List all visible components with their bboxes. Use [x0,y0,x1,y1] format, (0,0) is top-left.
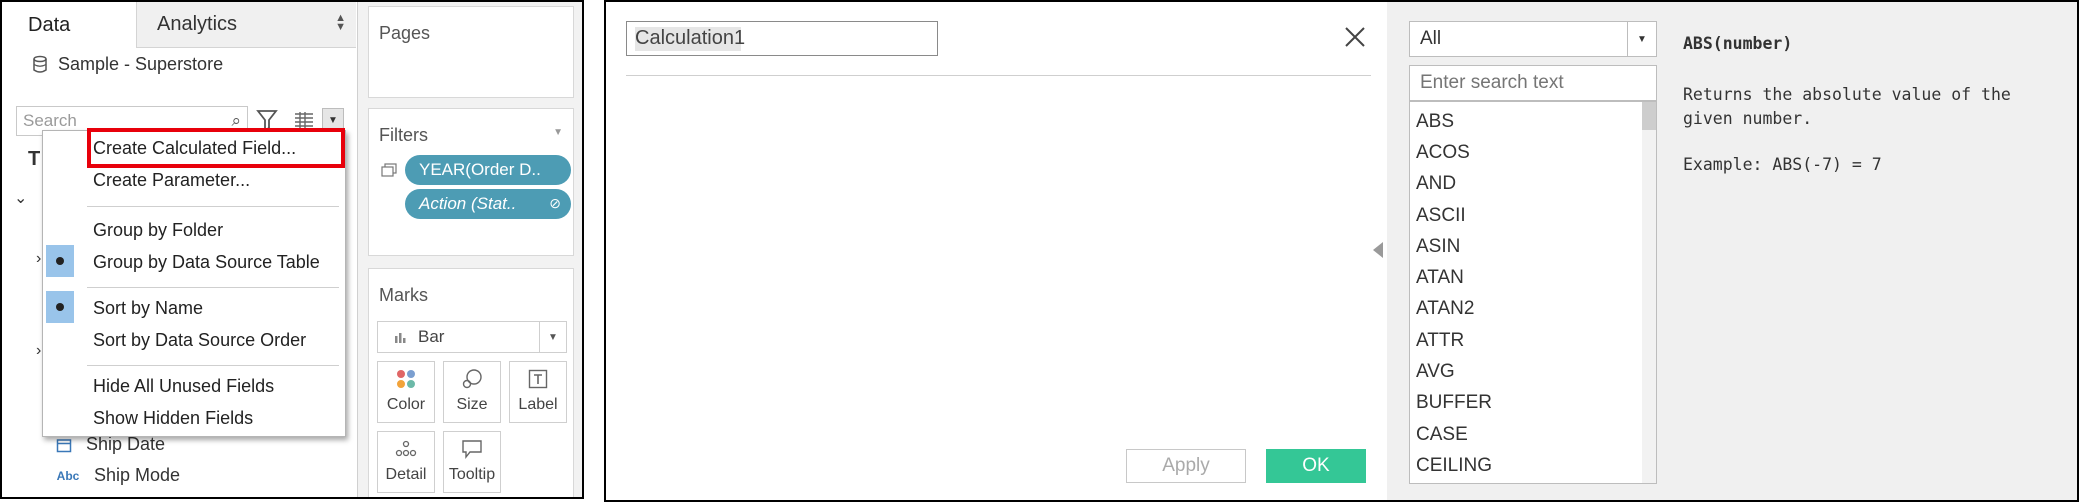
collapse-left-arrow-icon[interactable] [1373,242,1383,258]
tableau-data-pane-screenshot: Data Analytics ▲ ▼ Sample - Superstore Se… [0,0,584,499]
function-description: Returns the absolute value of the given … [1683,85,2011,128]
function-search-input[interactable] [1409,65,1657,101]
menu-sort-by-name[interactable]: Sort by Name [93,298,203,319]
chevron-down-icon: ▼ [539,322,566,352]
list-view-icon[interactable] [294,110,314,130]
marks-title: Marks [379,285,428,305]
datasource-item[interactable]: Sample - Superstore [32,54,223,75]
marks-color-button[interactable]: Color [377,361,435,423]
marks-size-button[interactable]: Size [443,361,501,423]
mark-button-label: Label [518,396,558,413]
function-signature: ABS(number) [1683,34,1793,53]
function-item[interactable]: CASE [1410,419,1656,450]
color-dots-icon [378,362,434,396]
mark-button-label: Color [386,396,426,413]
filter-pill-year-order-date[interactable]: YEAR(Order D.. [405,155,571,185]
menu-separator [87,365,339,366]
tooltip-icon [444,432,500,466]
pill-label: YEAR(Order D.. [419,160,541,179]
function-example: Example: ABS(-7) = 7 [1683,155,1882,174]
close-icon[interactable] [1342,24,1368,50]
size-icon [444,362,500,396]
tab-analytics[interactable]: Analytics ▲ ▼ [136,2,356,48]
marks-card: Marks Bar ▼ Color Size Label Detail Tool… [368,268,574,497]
tab-analytics-label: Analytics [157,13,238,35]
category-value: All [1420,28,1442,49]
function-item[interactable]: ATAN [1410,262,1656,293]
calendar-icon [56,438,72,452]
function-item[interactable]: ASIN [1410,231,1656,262]
marks-tooltip-button[interactable]: Tooltip [443,431,501,493]
database-icon [33,55,47,73]
data-pane-context-menu: Create Calculated Field... Create Parame… [42,128,346,437]
menu-separator [87,206,339,207]
ok-button[interactable]: OK [1266,449,1366,483]
mark-button-label: Tooltip [448,466,496,483]
function-item[interactable]: ATAN2 [1410,294,1656,325]
marks-label-button[interactable]: Label [509,361,567,423]
field-label: Ship Mode [94,465,181,485]
sort-arrows-icon: ▲ ▼ [335,12,346,33]
shelves-column: Pages Filters ▼ YEAR(Order D.. Action (S… [357,2,582,497]
apply-button[interactable]: Apply [1126,449,1246,483]
function-item[interactable]: AVG [1410,356,1656,387]
function-item[interactable]: CEILING [1410,450,1656,481]
filter-stack-icon [381,163,397,177]
calculation-editor-dialog: Apply OK All ▼ ABS ACOS AND ASCII ASIN A… [604,0,2079,502]
function-item[interactable]: ABS [1410,106,1656,137]
pages-shelf[interactable]: Pages [368,6,574,98]
function-item[interactable]: ACOS [1410,137,1656,168]
search-placeholder: Search [23,111,77,130]
mark-button-label: Detail [385,466,427,483]
menu-create-calculated-field[interactable]: Create Calculated Field... [93,138,296,159]
marks-detail-button[interactable]: Detail [377,431,435,493]
functions-sidebar: All ▼ ABS ACOS AND ASCII ASIN ATAN ATAN2… [1373,2,2077,500]
function-item[interactable]: ATTR [1410,325,1656,356]
checked-indicator [46,245,74,277]
mark-type-dropdown[interactable]: Bar ▼ [377,321,567,353]
menu-separator [87,287,339,288]
menu-group-by-folder[interactable]: Group by Folder [93,220,223,241]
function-item[interactable]: ASCII [1410,200,1656,231]
link-icon: ⊘ [549,195,561,211]
mark-type-label: Bar [418,327,445,346]
field-ship-mode[interactable]: Abc Ship Mode [56,465,180,486]
field-ship-date[interactable]: Ship Date [56,434,165,455]
function-item[interactable]: BUFFER [1410,388,1656,419]
mark-button-label: Size [456,396,488,413]
function-list[interactable]: ABS ACOS AND ASCII ASIN ATAN ATAN2 ATTR … [1409,101,1657,484]
tab-data[interactable]: Data [2,2,136,48]
scroll-thumb[interactable] [1642,102,1656,130]
editor-divider [626,75,1371,76]
checked-indicator [46,291,74,323]
filter-pill-action[interactable]: Action (Stat.. ⊘ [405,189,571,219]
detail-dots-icon [378,432,434,466]
filters-title: Filters [379,125,428,145]
menu-create-parameter[interactable]: Create Parameter... [93,170,250,191]
string-type-icon: Abc [56,468,80,483]
collapsed-chevron-icon[interactable]: › [36,342,41,360]
field-label: Ship Date [86,434,166,454]
menu-show-hidden-fields[interactable]: Show Hidden Fields [93,408,253,429]
function-category-select[interactable]: All ▼ [1409,21,1657,57]
chevron-down-icon: ▼ [1627,22,1656,56]
function-item[interactable]: AND [1410,169,1656,200]
function-list-scrollbar[interactable] [1642,102,1656,483]
menu-group-by-data-source-table[interactable]: Group by Data Source Table [93,252,320,273]
formula-editor-area[interactable] [626,82,1371,432]
collapse-icon[interactable]: ▼ [553,127,563,138]
pages-title: Pages [379,23,431,43]
calculation-name-input[interactable] [626,21,938,56]
pill-label: Action (Stat.. [419,194,517,213]
filters-shelf[interactable]: Filters ▼ YEAR(Order D.. Action (Stat.. … [368,108,574,256]
menu-sort-by-data-source-order[interactable]: Sort by Data Source Order [93,330,306,351]
datasource-name: Sample - Superstore [58,54,224,74]
tables-heading-stub: T [28,148,41,170]
function-documentation: ABS(number) Returns the absolute value o… [1683,34,2063,174]
bar-chart-icon [395,333,406,343]
expand-chevron-icon[interactable]: ⌄ [14,188,27,208]
menu-hide-all-unused-fields[interactable]: Hide All Unused Fields [93,376,274,397]
collapsed-chevron-icon[interactable]: › [36,250,41,268]
text-label-icon [510,362,566,396]
